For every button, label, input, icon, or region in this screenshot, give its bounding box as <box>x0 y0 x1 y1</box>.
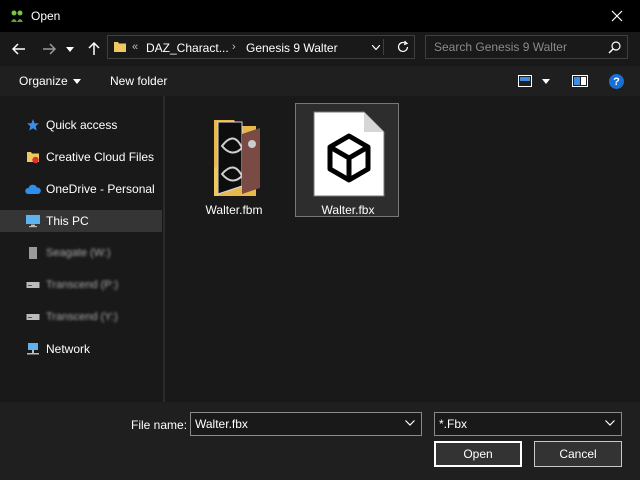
refresh-icon[interactable] <box>396 40 410 54</box>
sidebar-item-onedrive[interactable]: OneDrive - Personal <box>0 178 162 200</box>
chevron-down-icon[interactable] <box>405 420 415 426</box>
sidebar-item-creative-cloud[interactable]: Creative Cloud Files <box>0 146 162 168</box>
arrow-left-icon <box>12 43 25 55</box>
arrow-right-icon <box>43 43 56 55</box>
file-type-value: *.Fbx <box>439 417 468 431</box>
navigation-pane: Quick access Creative Cloud Files OneDri… <box>0 96 165 402</box>
divider <box>383 39 384 55</box>
breadcrumb-overflow[interactable]: « <box>132 41 138 53</box>
sidebar-item-this-pc[interactable]: This PC <box>0 210 162 232</box>
recent-locations-button[interactable] <box>63 39 77 59</box>
open-button[interactable]: Open <box>434 441 522 467</box>
chevron-down-icon[interactable] <box>542 79 550 84</box>
cloud-icon <box>25 181 41 197</box>
new-folder-button[interactable]: New folder <box>110 74 167 88</box>
file-name: Walter.fbm <box>205 203 263 217</box>
network-icon <box>25 341 41 357</box>
file-name-value[interactable]: Walter.fbx <box>195 417 248 431</box>
breadcrumb-separator[interactable]: › <box>232 41 236 53</box>
file-item[interactable]: Walter.fbm <box>182 104 286 218</box>
command-bar: Organize New folder ? <box>0 66 640 96</box>
sidebar-item-label: Creative Cloud Files <box>46 150 155 164</box>
help-icon[interactable]: ? <box>609 74 624 89</box>
file-list: Walter.fbm Walter.fbx <box>165 96 640 402</box>
file-name-label: File name: <box>131 418 188 432</box>
creative-cloud-folder-icon <box>25 149 41 165</box>
search-input[interactable] <box>426 36 606 58</box>
chevron-down-icon[interactable] <box>605 420 615 426</box>
close-icon <box>611 10 623 22</box>
monitor-icon <box>25 213 41 229</box>
fbx-file-icon <box>313 111 385 197</box>
file-type-select[interactable]: *.Fbx <box>434 412 622 436</box>
up-button[interactable] <box>84 39 104 59</box>
breadcrumb-item[interactable]: DAZ_Charact... <box>146 41 229 55</box>
folder-icon <box>214 120 260 196</box>
address-bar[interactable]: « DAZ_Charact... › Genesis 9 Walter <box>107 35 415 59</box>
window-title: Open <box>31 9 61 23</box>
sidebar-item-label: Transcend (Y:) <box>46 311 118 323</box>
breadcrumb-item[interactable]: Genesis 9 Walter <box>246 41 338 55</box>
file-item-selected[interactable]: Walter.fbx <box>295 103 399 217</box>
sidebar-item-drive[interactable]: Seagate (W:) <box>0 242 162 264</box>
drive-icon <box>25 245 41 261</box>
view-options-icon[interactable] <box>518 75 532 87</box>
drive-icon <box>25 277 41 293</box>
close-button[interactable] <box>594 0 640 32</box>
sidebar-item-label: Seagate (W:) <box>46 247 111 259</box>
arrow-up-icon <box>88 42 100 55</box>
help-label: ? <box>613 75 620 88</box>
file-name-combobox[interactable]: Walter.fbx <box>190 412 422 436</box>
sidebar-item-label: Transcend (P:) <box>46 279 119 291</box>
search-box[interactable] <box>425 35 628 59</box>
sidebar-item-quick-access[interactable]: Quick access <box>0 114 162 136</box>
organize-button[interactable]: Organize <box>19 74 68 88</box>
search-icon[interactable] <box>608 41 621 54</box>
sidebar-item-label: Quick access <box>46 118 118 132</box>
cancel-button[interactable]: Cancel <box>534 441 622 467</box>
file-name: Walter.fbx <box>321 203 375 217</box>
app-icon <box>11 10 23 22</box>
sidebar-item-label: Network <box>46 342 91 356</box>
back-button[interactable] <box>9 39 29 59</box>
folder-icon <box>114 42 126 52</box>
chevron-down-icon[interactable] <box>372 45 380 50</box>
chevron-down-icon <box>66 46 74 52</box>
chevron-down-icon[interactable] <box>73 79 81 84</box>
sidebar-item-drive[interactable]: Transcend (P:) <box>0 274 162 296</box>
forward-button[interactable] <box>39 39 59 59</box>
drive-icon <box>25 309 41 325</box>
sidebar-item-label: OneDrive - Personal <box>46 182 155 196</box>
title-bar: Open <box>0 0 640 32</box>
sidebar-item-drive[interactable]: Transcend (Y:) <box>0 306 162 328</box>
star-icon <box>25 117 41 133</box>
preview-pane-icon[interactable] <box>572 75 588 87</box>
dialog-footer: File name: Walter.fbx *.Fbx Open Cancel <box>0 402 640 480</box>
sidebar-item-label: This PC <box>46 214 89 228</box>
sidebar-item-network[interactable]: Network <box>0 338 162 360</box>
